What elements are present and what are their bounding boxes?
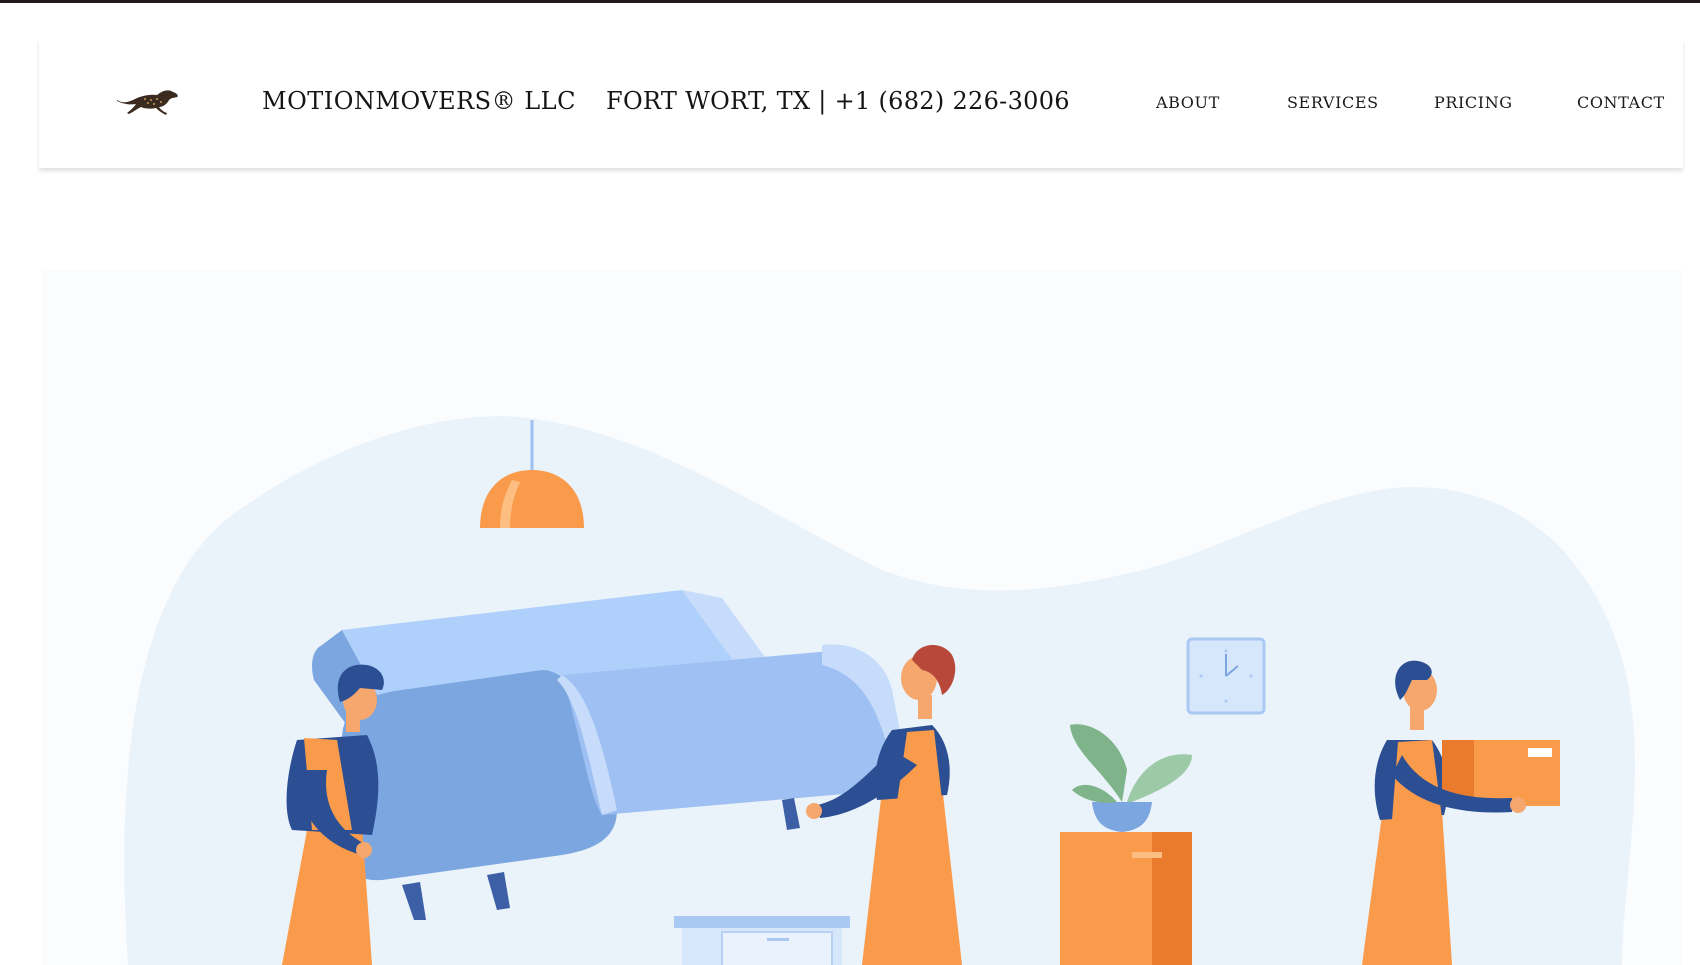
side-table bbox=[674, 916, 850, 965]
nav-pricing[interactable]: PRICING bbox=[1434, 93, 1513, 112]
clock-icon bbox=[1186, 637, 1266, 715]
nav-contact[interactable]: CONTACT bbox=[1577, 93, 1665, 112]
cheetah-icon[interactable] bbox=[115, 80, 185, 120]
movers-carrying-sofa-illustration bbox=[124, 416, 1635, 965]
top-accent-bar bbox=[0, 0, 1700, 3]
nav-services[interactable]: SERVICES bbox=[1287, 93, 1379, 112]
hero-section bbox=[42, 270, 1682, 965]
nav-about[interactable]: ABOUT bbox=[1156, 93, 1220, 112]
brand-name[interactable]: MOTIONMOVERS® LLC bbox=[262, 87, 576, 115]
location-phone: FORT WORT, TX | +1 (682) 226-3006 bbox=[606, 87, 1070, 115]
